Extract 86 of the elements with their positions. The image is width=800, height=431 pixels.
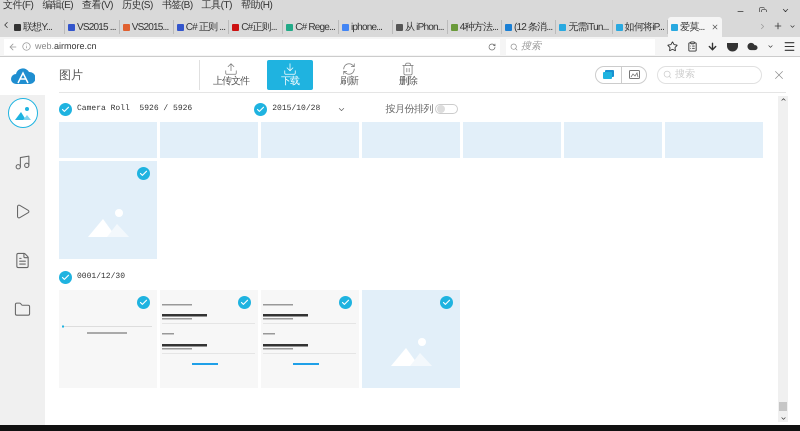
menu-item[interactable]: 书签(B) — [162, 1, 193, 11]
tab-title: C# 正则 ... — [186, 20, 226, 34]
scrollbar-thumb[interactable] — [779, 402, 787, 411]
page-title: 图片 — [59, 66, 84, 84]
tab-title: 爱莫... — [680, 20, 704, 34]
check-icon[interactable] — [59, 102, 72, 116]
scroll-up-icon[interactable] — [780, 96, 786, 103]
browser-tab[interactable]: 联想Y... — [11, 20, 65, 34]
scrollbar[interactable] — [778, 96, 788, 422]
folder-icon — [14, 300, 31, 318]
address-field[interactable]: web.airmore.cn — [4, 38, 500, 54]
download-icon — [283, 62, 297, 76]
tab-list-icon[interactable] — [789, 22, 796, 30]
search-field[interactable]: 搜索 — [506, 38, 655, 54]
tab-title: 从 iPhon... — [405, 20, 444, 34]
reading-list-icon[interactable] — [687, 41, 698, 52]
tab-title: 4种方法... — [460, 20, 498, 34]
browser-tab[interactable]: 从 iPhon... — [393, 20, 448, 34]
photo-thumbnail[interactable] — [463, 122, 561, 158]
photo-thumbnail[interactable] — [362, 122, 460, 158]
browser-tab[interactable]: VS2015... — [120, 20, 174, 34]
browser-tab[interactable]: C# 正则 ... — [174, 20, 230, 34]
menu-item[interactable]: 编辑(E) — [42, 1, 74, 11]
search-icon — [510, 42, 518, 50]
check-icon[interactable] — [59, 270, 72, 284]
close-tab-icon[interactable] — [711, 23, 720, 31]
refresh-icon — [342, 62, 356, 76]
url-text: web.airmore.cn — [35, 42, 97, 51]
tab-title: VS2015 ... — [77, 20, 116, 34]
tab-title: 联想Y... — [23, 20, 52, 34]
check-icon[interactable] — [254, 102, 268, 116]
photo-thumbnail[interactable] — [665, 122, 763, 158]
sort-toggle[interactable] — [434, 104, 458, 114]
browser-tab[interactable]: 爱莫... — [668, 17, 722, 37]
toolbar-button[interactable]: 刷新 — [326, 60, 372, 90]
browser-tab[interactable]: C# Rege... — [283, 20, 339, 34]
scroll-right-icon[interactable] — [758, 22, 767, 30]
caret-icon[interactable] — [767, 43, 774, 50]
tab-title: VS2015... — [132, 20, 168, 34]
download-icon[interactable] — [707, 41, 718, 52]
browser-tab[interactable]: 无需iTun... — [556, 20, 613, 34]
tab-title: C#正则... — [241, 20, 277, 34]
trash-icon — [401, 62, 415, 76]
sort-label: 按月份排列 — [385, 102, 433, 116]
upload-icon — [224, 62, 238, 76]
browser-tab[interactable]: C#正则... — [229, 20, 284, 34]
back-icon[interactable] — [8, 42, 18, 52]
menu-icon[interactable] — [783, 40, 796, 53]
info-icon[interactable] — [22, 42, 31, 51]
group-title: 0001/12/30 — [77, 271, 126, 283]
browser-tab[interactable]: 4种方法... — [448, 20, 502, 34]
menu-item[interactable]: 查看(V) — [82, 1, 113, 11]
stack-icon — [603, 70, 614, 79]
date-label: 2015/10/28 — [272, 103, 320, 115]
music-icon — [14, 154, 31, 170]
reload-icon[interactable] — [488, 42, 496, 50]
image-icon — [628, 70, 640, 79]
tab-title: iphone... — [351, 20, 382, 34]
photo-thumbnail[interactable] — [261, 122, 359, 158]
menu-item[interactable]: 帮助(H) — [240, 1, 272, 11]
browser-tab[interactable]: iphone... — [339, 20, 393, 34]
toolbar-button[interactable]: 上传文件 — [208, 60, 254, 90]
browser-tab[interactable]: (12 条消... — [502, 20, 556, 34]
menu-item[interactable]: 历史(S) — [122, 1, 153, 11]
photo-thumbnail[interactable] — [59, 122, 157, 158]
group-title: Camera Roll 5926 / 5926 — [77, 103, 192, 115]
search-icon — [663, 70, 672, 79]
bookmark-star-icon[interactable] — [667, 41, 678, 52]
tab-title: 无需iTun... — [568, 20, 609, 34]
tab-title: (12 条消... — [514, 20, 552, 34]
browser-tab[interactable]: VS2015 ... — [65, 20, 120, 34]
menu-item[interactable]: 工具(T) — [202, 1, 232, 11]
sidebar-item[interactable] — [8, 98, 38, 128]
tab-title: C# Rege... — [295, 20, 335, 34]
document-icon — [14, 252, 31, 268]
logo-icon — [10, 67, 34, 85]
shield-icon[interactable] — [727, 42, 738, 52]
tab-title: 如何将iP... — [624, 20, 664, 34]
toolbar-button[interactable]: 删除 — [385, 60, 431, 90]
play-icon — [14, 202, 31, 220]
photo-thumbnail[interactable] — [564, 122, 662, 158]
search-input[interactable]: 搜索 — [521, 39, 642, 54]
photo-thumbnail[interactable] — [160, 122, 258, 158]
cloud-icon[interactable] — [747, 41, 758, 52]
new-tab-icon[interactable] — [773, 21, 783, 31]
scroll-down-icon[interactable] — [780, 415, 786, 422]
